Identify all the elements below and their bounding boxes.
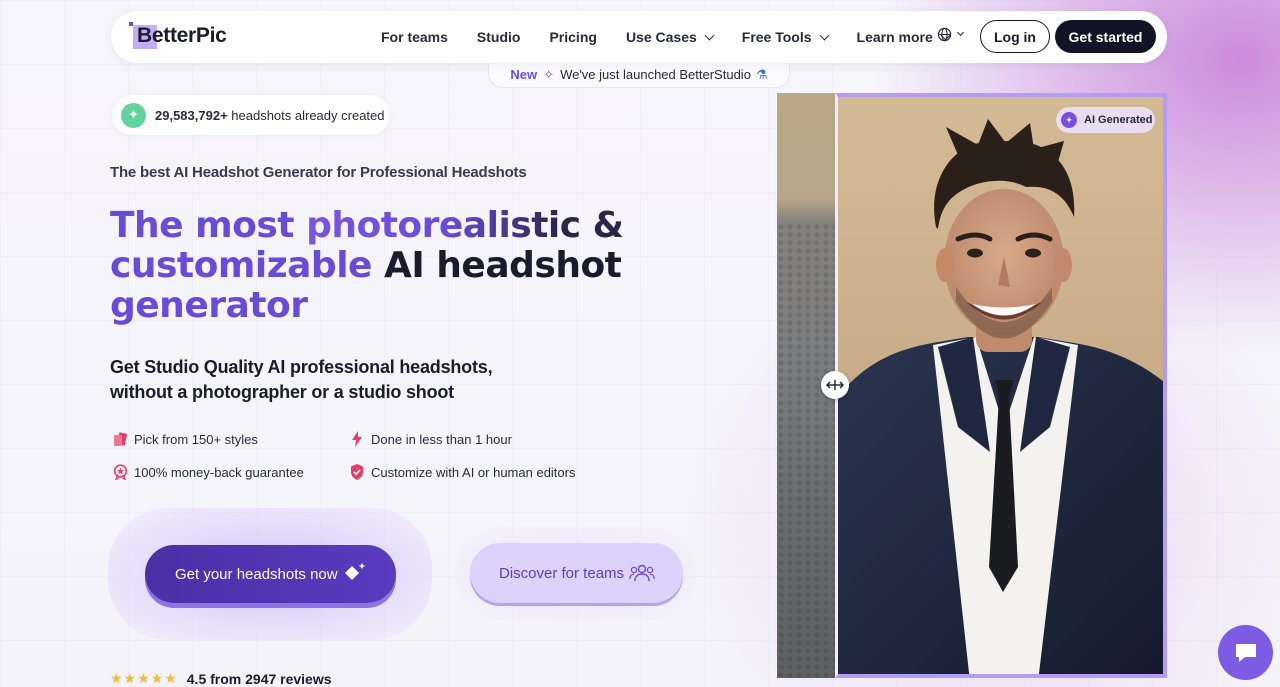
feature-fast: Done in less than 1 hour	[349, 431, 512, 447]
chevron-down-icon	[956, 28, 965, 37]
counter-label: headshots already created	[231, 107, 385, 123]
chat-widget-button[interactable]	[1218, 625, 1273, 680]
nav-item-label: Learn more	[856, 29, 933, 45]
lead-line: Get Studio Quality AI professional heads…	[110, 357, 493, 377]
nav-item-learn-more[interactable]: Learn more	[856, 29, 951, 45]
cta-primary-label: Get your headshots now	[175, 565, 338, 583]
compare-slider-handle[interactable]	[821, 371, 849, 399]
nav-item-studio[interactable]: Studio	[477, 29, 521, 45]
announcement-banner[interactable]: New ✧ We've just launched BetterStudio ⚗	[488, 62, 790, 88]
brand-name: BetterPic	[137, 24, 227, 47]
flask-icon: ⚗	[755, 66, 768, 82]
feature-text: Pick from 150+ styles	[134, 431, 258, 447]
chevron-down-icon	[819, 30, 829, 40]
sparkle-icon: ✧	[543, 66, 555, 82]
feature-text: Done in less than 1 hour	[371, 431, 512, 447]
counter-number: 29,583,792+	[155, 107, 228, 123]
nav-item-use-cases[interactable]: Use Cases	[625, 29, 715, 45]
language-selector[interactable]	[937, 27, 965, 42]
ai-generated-tag: ✦ AI Generated	[1056, 107, 1155, 133]
sparkle-icon: ✦	[1061, 112, 1077, 128]
headline-line: generator	[110, 285, 308, 326]
hero-subtitle: The best AI Headshot Generator for Profe…	[110, 164, 527, 181]
ai-generated-photo	[835, 93, 1167, 678]
chat-icon	[1235, 643, 1256, 662]
nav-item-label: Free Tools	[741, 29, 812, 45]
nav-item-label: Pricing	[549, 29, 597, 45]
nav-item-free-tools[interactable]: Free Tools	[741, 29, 829, 45]
brand-logo[interactable]: BetterPic	[129, 19, 239, 53]
nav-item-pricing[interactable]: Pricing	[549, 29, 596, 45]
star-rating-icon: ★★★★★	[110, 670, 178, 686]
arrows-horizontal-icon	[826, 380, 844, 390]
chevron-down-icon	[704, 30, 715, 40]
reviews-summary[interactable]: ★★★★★ 4.5 from 2947 reviews	[110, 670, 332, 687]
team-icon	[629, 564, 655, 582]
nav-item-label: For teams	[381, 29, 448, 45]
counter-text: 29,583,792+ headshots already created	[155, 108, 385, 123]
headline-accent: The most	[110, 205, 307, 246]
globe-icon	[937, 27, 952, 42]
shield-check-icon	[349, 464, 365, 480]
new-badge: New	[510, 67, 538, 82]
before-after-comparison[interactable]: ✦ AI Generated	[777, 93, 1167, 678]
feature-editors: Customize with AI or human editors	[349, 464, 575, 480]
feature-text: 100% money-back guarantee	[134, 464, 304, 480]
cta-secondary-label: Discover for teams	[499, 564, 625, 582]
hero-lead: Get Studio Quality AI professional heads…	[110, 355, 493, 405]
login-button[interactable]: Log in	[980, 20, 1050, 53]
lead-line: without a photographer or a studio shoot	[110, 382, 454, 402]
logo-dot	[129, 22, 133, 26]
reviews-text: 4.5 from 2947 reviews	[186, 670, 332, 687]
hero-headline: The most photorealistic & customizable A…	[110, 206, 670, 326]
headline-gradient-text: photorealistic &	[306, 205, 624, 246]
nav-item-label: Use Cases	[625, 29, 697, 45]
headshot-counter: ✦ 29,583,792+ headshots already created	[112, 95, 390, 135]
money-back-icon	[112, 464, 128, 480]
sparkle-icon: ✦	[121, 102, 146, 128]
feature-text: Customize with AI or human editors	[371, 464, 576, 480]
discover-teams-button[interactable]: Discover for teams	[470, 543, 683, 603]
headline-accent: customizable	[110, 245, 384, 286]
nav-item-label: Studio	[476, 29, 521, 45]
announcement-text: We've just launched BetterStudio	[560, 67, 751, 82]
diamond-sparkle-icon	[345, 563, 366, 580]
headline-dark-text: AI headshot	[384, 245, 622, 286]
feature-guarantee: 100% money-back guarantee	[112, 464, 304, 480]
nav-menu: For teams Studio Pricing Use Cases Free …	[381, 11, 978, 63]
headline-line: customizable AI headshot	[110, 246, 670, 286]
ai-tag-label: AI Generated	[1084, 114, 1153, 126]
top-navbar: BetterPic For teams Studio Pricing Use C…	[111, 11, 1167, 63]
feature-styles: Pick from 150+ styles	[112, 431, 258, 447]
nav-item-for-teams[interactable]: For teams	[381, 29, 448, 45]
get-started-button[interactable]: Get started	[1055, 20, 1156, 53]
headshot-illustration	[838, 97, 1163, 674]
lightning-icon	[349, 431, 365, 447]
styles-icon	[112, 431, 128, 447]
headline-line: The most photorealistic &	[110, 206, 670, 246]
get-headshots-button[interactable]: Get your headshots now	[145, 545, 396, 603]
